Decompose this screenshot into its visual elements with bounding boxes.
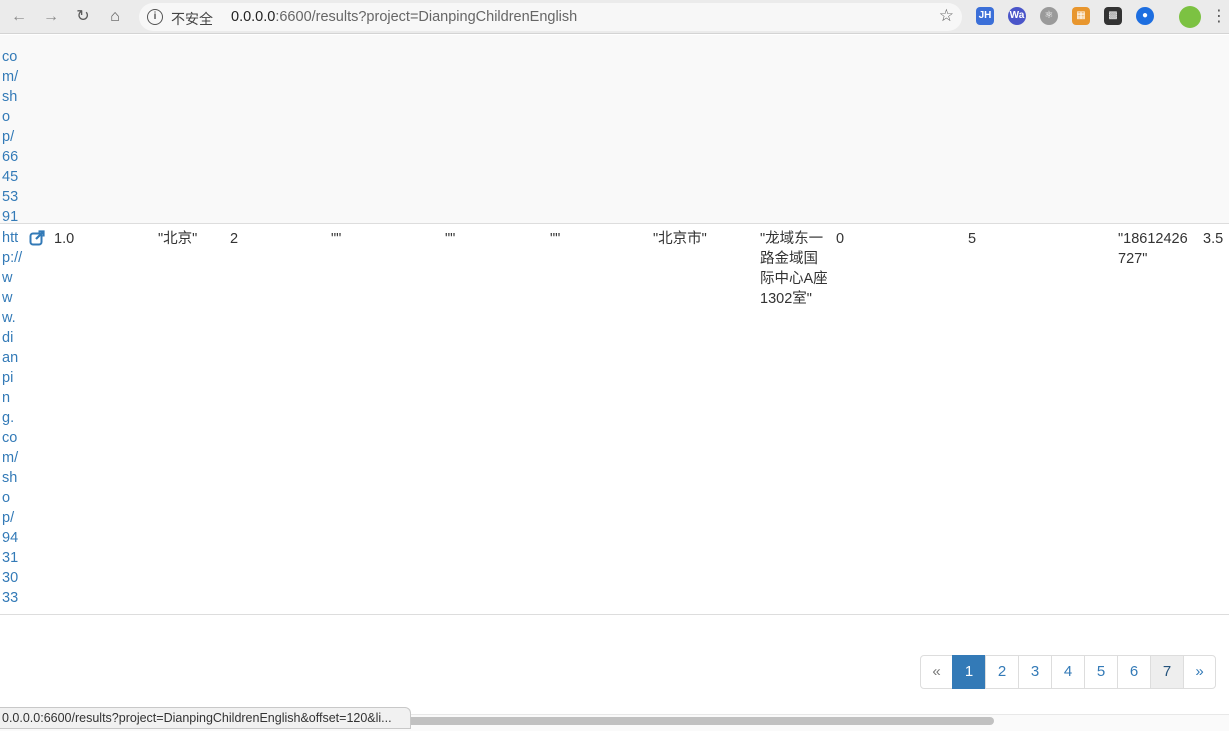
- url-fragment: pi: [2, 370, 14, 386]
- url-fragment: w: [2, 270, 13, 286]
- pagination: « 1 2 3 4 5 6 7 »: [920, 655, 1216, 689]
- page-link-4[interactable]: 4: [1051, 655, 1085, 689]
- url-fragment: co: [2, 49, 18, 65]
- five-cell: 5: [968, 231, 977, 247]
- url-fragment: w: [2, 290, 13, 306]
- url-fragment: o: [2, 490, 11, 506]
- address-bar[interactable]: i 不安全 0.0.0.0:6600/results?project=Dianp…: [139, 3, 962, 31]
- url-fragment: [2, 35, 26, 47]
- address-cell: "龙域东一路金域国际中心A座1302室": [760, 231, 828, 307]
- url-fragment: htt: [2, 230, 19, 246]
- link-preview-status: 0.0.0.0:6600/results?project=DianpingChi…: [0, 707, 411, 729]
- wa-extension-icon[interactable]: Wa: [1008, 7, 1026, 25]
- back-arrow-icon[interactable]: ←: [7, 5, 31, 29]
- url-fragment: 53: [2, 189, 19, 205]
- phone-cell: "18612426727": [1118, 231, 1188, 267]
- url-fragment: di: [2, 330, 14, 346]
- profile-avatar[interactable]: [1179, 6, 1201, 28]
- url-fragment: m/: [2, 69, 19, 85]
- url-path: :6600/results?project=DianpingChildrenEn…: [275, 9, 578, 25]
- url-fragment: an: [2, 350, 19, 366]
- info-icon[interactable]: i: [147, 9, 163, 25]
- url-fragment: p/: [2, 510, 15, 526]
- page-link-6[interactable]: 6: [1117, 655, 1151, 689]
- url-link[interactable]: co m/ sh o p/ 66 45 53 91: [2, 35, 26, 227]
- url-fragment: co: [2, 430, 18, 446]
- url-fragment: 45: [2, 169, 19, 185]
- count-cell: 2: [230, 231, 239, 247]
- globe-extension-icon[interactable]: ●: [1136, 7, 1154, 25]
- url-fragment: 31: [2, 550, 19, 566]
- qr-code-icon[interactable]: ▩: [1104, 7, 1122, 25]
- url-host: 0.0.0.0: [231, 9, 276, 25]
- empty-cell: "": [550, 231, 561, 247]
- page-link-3[interactable]: 3: [1018, 655, 1052, 689]
- security-label: 不安全: [171, 11, 213, 27]
- menu-dots-icon[interactable]: ⋮: [1211, 6, 1227, 28]
- bookmark-star-icon[interactable]: ☆: [939, 6, 954, 26]
- zero-cell: 0: [836, 231, 845, 247]
- url-fragment: 30: [2, 570, 19, 586]
- table-row: co m/ sh o p/ 66 45 53 91: [0, 35, 1229, 227]
- rating-cell: 3.5: [1203, 231, 1224, 247]
- url-fragment: w.: [2, 310, 16, 326]
- url-fragment: p/: [2, 129, 15, 145]
- forward-arrow-icon[interactable]: →: [39, 5, 63, 29]
- page-link-1[interactable]: 1: [952, 655, 986, 689]
- url-link[interactable]: htt p:// w w w. di an pi n g. co m/ sh o…: [2, 228, 26, 608]
- url-fragment: 66: [2, 149, 19, 165]
- region-cell: "北京市": [653, 231, 707, 247]
- empty-cell: "": [445, 231, 456, 247]
- url-fragment: n: [2, 390, 11, 406]
- url-fragment: sh: [2, 89, 18, 105]
- url-fragment: m/: [2, 450, 19, 466]
- page-link-7[interactable]: 7: [1150, 655, 1184, 689]
- url-fragment: g.: [2, 410, 15, 426]
- jh-extension-icon[interactable]: JH: [976, 7, 994, 25]
- reload-icon[interactable]: ↻: [71, 5, 95, 29]
- page-link-5[interactable]: 5: [1084, 655, 1118, 689]
- pagination-prev[interactable]: «: [920, 655, 953, 689]
- page-link-2[interactable]: 2: [985, 655, 1019, 689]
- url-fragment: p://: [2, 250, 23, 266]
- city-cell: "北京": [158, 231, 198, 247]
- react-devtools-icon[interactable]: ⚛: [1040, 7, 1058, 25]
- url-fragment: 33: [2, 590, 19, 606]
- empty-cell: "": [331, 231, 342, 247]
- external-link-icon[interactable]: [29, 230, 45, 246]
- url-fragment: o: [2, 109, 11, 125]
- table-row: htt p:// w w w. di an pi n g. co m/ sh o…: [0, 224, 1229, 615]
- url-text[interactable]: 0.0.0.0:6600/results?project=DianpingChi…: [231, 9, 577, 25]
- url-fragment: 94: [2, 530, 19, 546]
- puzzle-extension-icon[interactable]: ▦: [1072, 7, 1090, 25]
- browser-toolbar: ← → ↻ ⌂ i 不安全 0.0.0.0:6600/results?proje…: [0, 0, 1229, 34]
- home-icon[interactable]: ⌂: [103, 5, 127, 29]
- results-table: co m/ sh o p/ 66 45 53 91 htt p:// w w w…: [0, 35, 1229, 615]
- pagination-next[interactable]: »: [1183, 655, 1216, 689]
- url-fragment: sh: [2, 470, 18, 486]
- score-cell: 1.0: [54, 231, 75, 247]
